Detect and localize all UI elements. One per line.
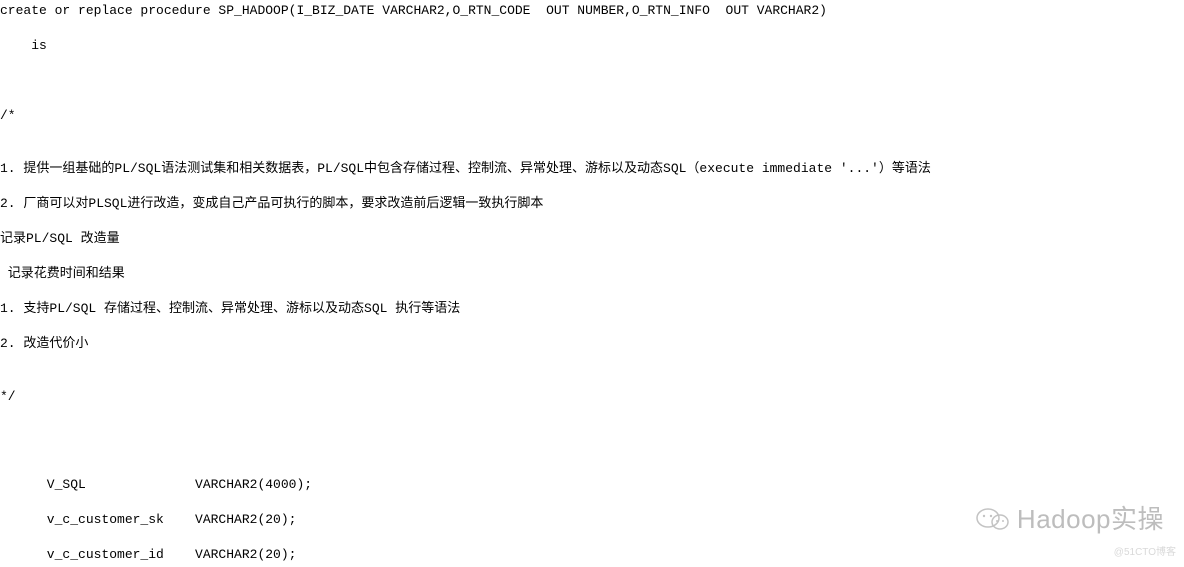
code-line: is — [0, 37, 1184, 55]
code-line: create or replace procedure SP_HADOOP(I_… — [0, 2, 1184, 20]
code-line: */ — [0, 388, 1184, 406]
code-line: 2. 改造代价小 — [0, 335, 1184, 353]
wechat-icon — [975, 504, 1011, 534]
code-line: v_c_customer_id VARCHAR2(20); — [0, 546, 1184, 564]
watermark-hadoop-text: Hadoop实操 — [1017, 502, 1164, 537]
code-line: 记录PL/SQL 改造量 — [0, 230, 1184, 248]
code-line: 1. 提供一组基础的PL/SQL语法测试集和相关数据表，PL/SQL中包含存储过… — [0, 160, 1184, 178]
code-line: V_SQL VARCHAR2(4000); — [0, 476, 1184, 494]
code-line: 记录花费时间和结果 — [0, 265, 1184, 283]
code-block: create or replace procedure SP_HADOOP(I_… — [0, 0, 1184, 567]
watermark-small: @51CTO博客 — [1114, 546, 1176, 560]
code-line: 1. 支持PL/SQL 存储过程、控制流、异常处理、游标以及动态SQL 执行等语… — [0, 300, 1184, 318]
watermark-hadoop: Hadoop实操 — [975, 502, 1164, 537]
code-line: 2. 厂商可以对PLSQL进行改造，变成自己产品可执行的脚本，要求改造前后逻辑一… — [0, 195, 1184, 213]
code-line: /* — [0, 107, 1184, 125]
